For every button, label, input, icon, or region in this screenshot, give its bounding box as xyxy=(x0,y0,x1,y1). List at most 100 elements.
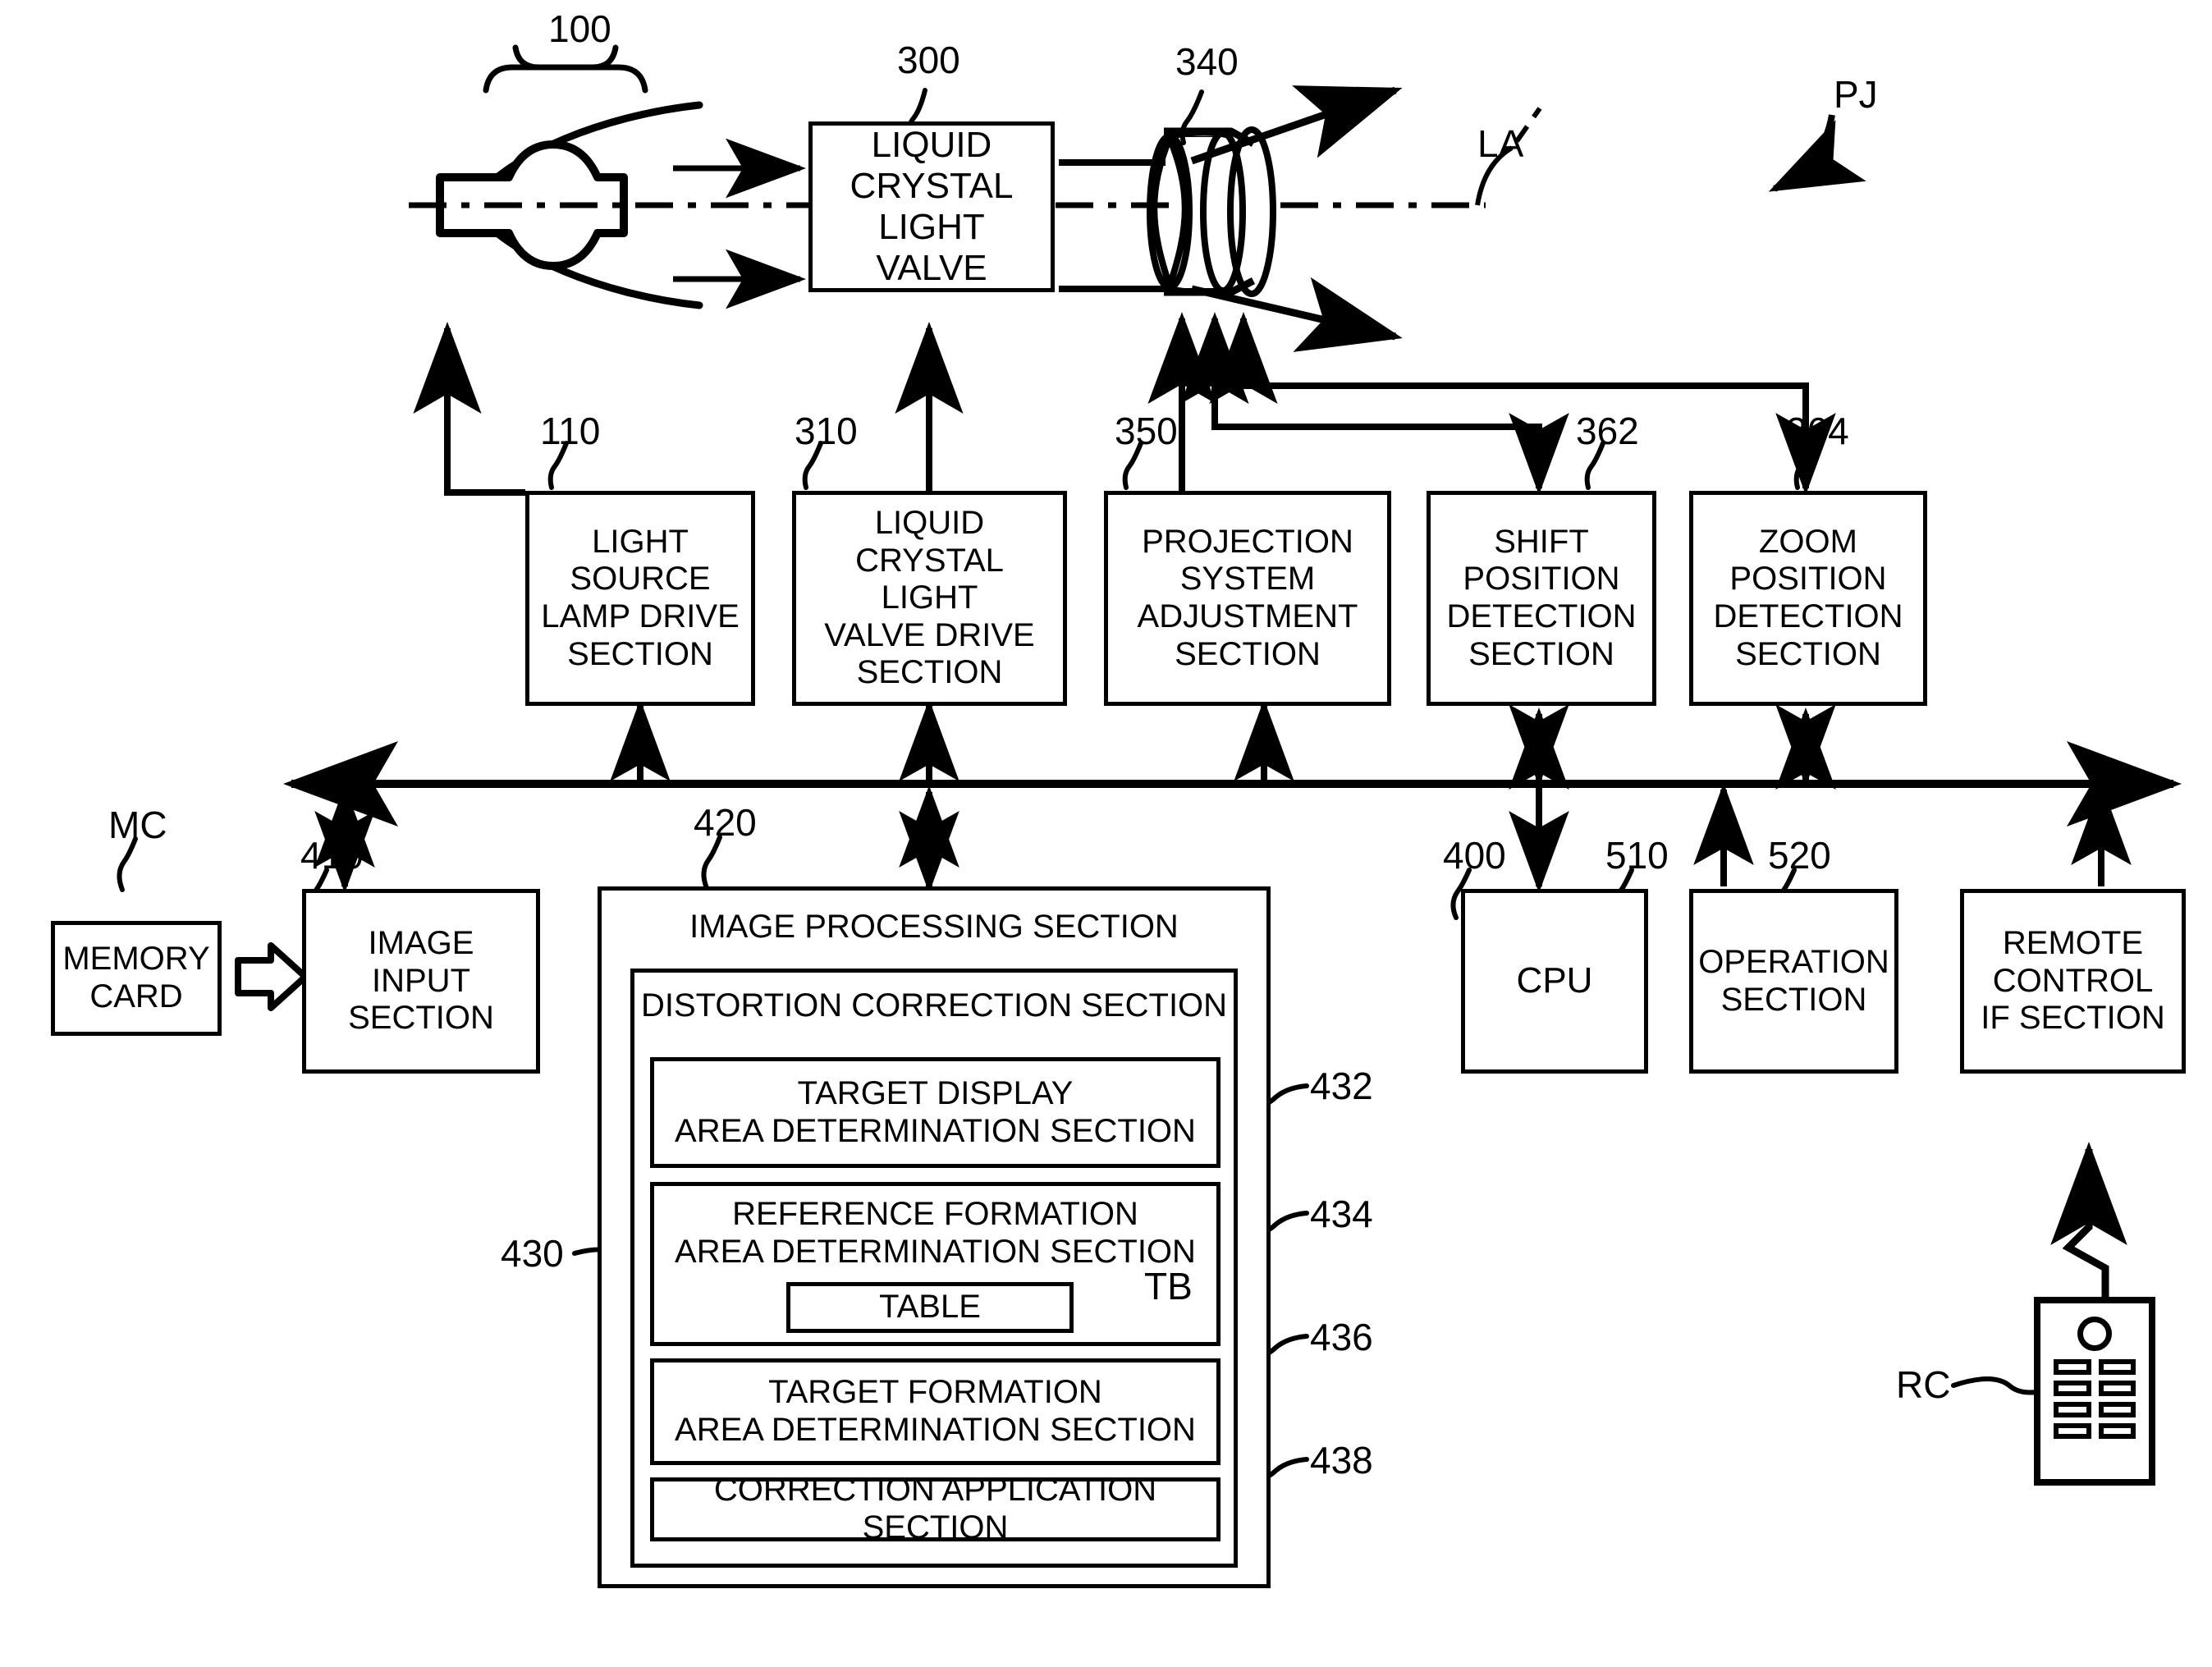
box-line: LAMP DRIVE xyxy=(541,598,740,634)
shift-position-detection-section[interactable]: SHIFT POSITION DETECTION SECTION xyxy=(1427,491,1656,706)
ref-434: 434 xyxy=(1310,1193,1373,1235)
figure-canvas: LIQUID CRYSTAL LIGHT VALVE LIGHT SOURCE … xyxy=(0,0,2212,1667)
lamp-envelope xyxy=(436,140,628,270)
remote-control-if-section[interactable]: REMOTE CONTROL IF SECTION xyxy=(1960,889,2186,1074)
brace-100 xyxy=(483,44,648,94)
box-line: ADJUSTMENT xyxy=(1137,598,1358,634)
projection-lens-assembly xyxy=(1147,126,1276,297)
box-line: IF SECTION xyxy=(1981,1000,2165,1037)
remote-keypad[interactable] xyxy=(2040,1359,2149,1439)
ref-TB: TB xyxy=(1144,1265,1193,1307)
label-PJ: PJ xyxy=(1834,73,1878,116)
box-line: OPERATION xyxy=(1698,943,1889,980)
lcv-line2: CRYSTAL xyxy=(850,165,1014,206)
target-formation-area-determination-section[interactable]: TARGET FORMATION AREA DETERMINATION SECT… xyxy=(650,1358,1220,1465)
remote-key[interactable] xyxy=(2054,1381,2091,1396)
box-line: CPU xyxy=(1516,960,1593,1001)
memory-card-arrow xyxy=(235,942,309,1011)
box-line: TARGET DISPLAY xyxy=(797,1074,1074,1111)
remote-key[interactable] xyxy=(2054,1359,2091,1375)
box-line: POSITION xyxy=(1463,561,1620,598)
box-line: TARGET FORMATION xyxy=(768,1374,1102,1411)
remote-control-unit[interactable] xyxy=(2034,1297,2155,1486)
ref-340: 340 xyxy=(1175,40,1239,83)
parabolic-reflector xyxy=(465,101,703,309)
remote-key[interactable] xyxy=(2054,1402,2091,1417)
lcv-line1: LIQUID xyxy=(871,124,992,165)
bus-to-lower-links xyxy=(314,783,2132,893)
box-line: AREA DETERMINATION SECTION xyxy=(675,1233,1196,1270)
liquid-crystal-light-valve-box[interactable]: LIQUID CRYSTAL LIGHT VALVE xyxy=(808,121,1055,292)
box-line: SOURCE xyxy=(570,561,711,598)
box-line: SECTION xyxy=(1468,635,1614,672)
image-input-section[interactable]: IMAGE INPUT SECTION xyxy=(302,889,540,1074)
box-line: VALVE DRIVE xyxy=(824,616,1035,653)
box-line: SECTION xyxy=(567,635,713,672)
ref-MC: MC xyxy=(108,804,167,846)
ref-364: 364 xyxy=(1786,410,1849,452)
box-line: SHIFT xyxy=(1494,523,1589,560)
box-line: SECTION xyxy=(856,654,1003,691)
ref-300: 300 xyxy=(897,39,960,81)
liquid-crystal-light-valve-drive-section[interactable]: LIQUID CRYSTAL LIGHT VALVE DRIVE SECTION xyxy=(792,491,1067,706)
power-button-icon[interactable] xyxy=(2077,1317,2112,1351)
box-line: SYSTEM xyxy=(1179,561,1316,598)
box-line: AREA DETERMINATION SECTION xyxy=(675,1412,1196,1448)
ref-310: 310 xyxy=(795,410,858,452)
box-line: SECTION xyxy=(1720,981,1867,1018)
box-line: POSITION xyxy=(1729,561,1887,598)
ref-110: 110 xyxy=(540,410,601,452)
distortion-correction-title: DISTORTION CORRECTION SECTION xyxy=(640,987,1228,1024)
lens-output-rays xyxy=(1190,85,1403,352)
box-line: SECTION xyxy=(1175,635,1321,672)
lcv-line3: LIGHT VALVE xyxy=(876,207,987,289)
ref-520: 520 xyxy=(1768,834,1831,877)
ref-438: 438 xyxy=(1310,1439,1373,1482)
ref-350: 350 xyxy=(1115,410,1178,452)
ref-362: 362 xyxy=(1576,410,1639,452)
ref-430: 430 xyxy=(501,1232,564,1275)
box-line: MEMORY xyxy=(62,941,210,978)
box-line: SECTION xyxy=(348,1000,494,1037)
correction-application-section[interactable]: CORRECTION APPLICATION SECTION xyxy=(650,1472,1220,1546)
cpu[interactable]: CPU xyxy=(1461,889,1648,1074)
box-line: DETECTION xyxy=(1713,598,1903,634)
light-source-lamp xyxy=(439,204,441,205)
vertical-links xyxy=(413,312,1809,496)
projection-system-adjustment-section[interactable]: PROJECTION SYSTEM ADJUSTMENT SECTION xyxy=(1104,491,1391,706)
ref-100: 100 xyxy=(548,7,611,50)
ref-432: 432 xyxy=(1310,1065,1373,1107)
operation-section[interactable]: OPERATION SECTION xyxy=(1689,889,1898,1074)
box-line: PROJECTION xyxy=(1142,523,1353,560)
box-line: CARD xyxy=(89,978,183,1014)
ref-RC: RC xyxy=(1896,1363,1951,1406)
ref-510: 510 xyxy=(1605,834,1669,877)
box-line: DETECTION xyxy=(1446,598,1637,634)
lens-input-rays xyxy=(1059,159,1166,292)
remote-key[interactable] xyxy=(2098,1359,2136,1375)
remote-key[interactable] xyxy=(2098,1423,2136,1439)
remote-key[interactable] xyxy=(2098,1402,2136,1417)
remote-key[interactable] xyxy=(2054,1423,2091,1439)
ref-420: 420 xyxy=(694,801,757,844)
box-line: CONTROL xyxy=(1992,962,2154,999)
zoom-position-detection-section[interactable]: ZOOM POSITION DETECTION SECTION xyxy=(1689,491,1927,706)
bus-to-drive-links xyxy=(610,699,1836,790)
pj-leader xyxy=(1768,114,1866,192)
light-source-lamp-drive-section[interactable]: LIGHT SOURCE LAMP DRIVE SECTION xyxy=(525,491,755,706)
ref-400: 400 xyxy=(1443,834,1506,877)
box-line: CORRECTION APPLICATION SECTION xyxy=(713,1472,1157,1546)
remote-key[interactable] xyxy=(2098,1381,2136,1396)
box-line: ZOOM xyxy=(1759,523,1857,560)
image-processing-title: IMAGE PROCESSING SECTION xyxy=(689,909,1179,945)
table-block[interactable]: TABLE xyxy=(786,1282,1074,1333)
table-label: TABLE xyxy=(879,1289,981,1326)
projection-lens-barrel xyxy=(1164,127,1256,296)
box-line: REFERENCE FORMATION xyxy=(732,1196,1138,1232)
target-display-area-determination-section[interactable]: TARGET DISPLAY AREA DETERMINATION SECTIO… xyxy=(650,1057,1220,1168)
box-line: AREA DETERMINATION SECTION xyxy=(675,1112,1196,1149)
box-line: SECTION xyxy=(1735,635,1881,672)
memory-card[interactable]: MEMORY CARD xyxy=(51,921,222,1036)
box-line: REMOTE xyxy=(2002,925,2144,962)
label-LA: LA xyxy=(1477,122,1524,165)
